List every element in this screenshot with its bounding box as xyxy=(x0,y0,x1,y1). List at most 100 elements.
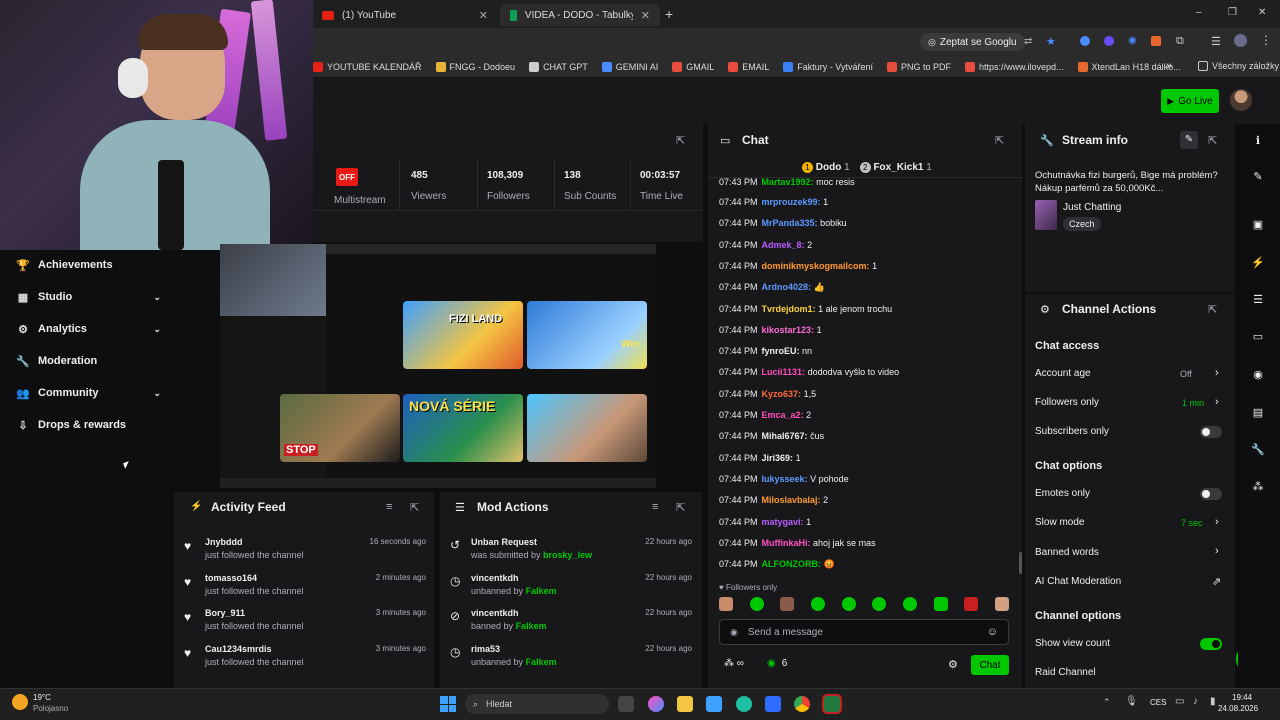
viewer-count[interactable]: ◉ 6 xyxy=(767,658,787,669)
chat-message[interactable]: 07:44 PM Miloslavbalaj: 2 xyxy=(719,495,828,505)
bookmark-item[interactable]: YOUTUBE KALENDÁŘ xyxy=(313,61,422,72)
chat-username[interactable]: Ardno4028: xyxy=(762,282,812,292)
emoji-icon[interactable]: ☺ xyxy=(987,626,998,638)
channel-actions-icon[interactable]: ▤ xyxy=(1250,406,1266,422)
chat-username[interactable]: Jiri369: xyxy=(762,453,794,463)
chevron-right-icon[interactable]: › xyxy=(1215,545,1219,557)
store-icon[interactable] xyxy=(765,696,781,712)
sidebar-item-moderation[interactable]: 🔧 Moderation xyxy=(16,351,161,371)
chat-message[interactable]: 07:44 PM MuffinkaHi: ahoj jak se mas xyxy=(719,538,876,548)
chat-username[interactable]: dominikmyskogmailcom: xyxy=(762,261,870,271)
emote-icon[interactable] xyxy=(902,597,917,611)
video-thumbnail[interactable] xyxy=(527,394,647,462)
chat-message[interactable]: 07:44 PM Kyzo637: 1,5 xyxy=(719,389,816,399)
bookmark-item[interactable]: Faktury - Vytváření xyxy=(783,61,873,72)
extension-icon[interactable]: ◉ xyxy=(1128,35,1137,46)
reading-list-icon[interactable]: ☰ xyxy=(1211,35,1221,48)
excel-icon[interactable] xyxy=(822,694,842,714)
chat-message[interactable]: 07:44 PM Lucii1131: dododva vyšlo to vide… xyxy=(719,367,899,377)
external-link-icon[interactable]: ⇗ xyxy=(1212,575,1221,588)
mod-action-row[interactable]: ◷ vincentkdh unbanned by Falkem 22 hours ag… xyxy=(450,573,692,603)
wrench-icon[interactable]: 🔧 xyxy=(1250,443,1266,459)
list-icon[interactable]: ☰ xyxy=(1250,293,1266,309)
chat-message[interactable]: 07:44 PM matygavi: 1 xyxy=(719,517,811,527)
extension-icon[interactable] xyxy=(1080,36,1090,46)
bookmark-item[interactable]: PNG to PDF xyxy=(886,61,951,72)
feed-username[interactable]: Cau1234smrdis xyxy=(205,644,304,654)
chrome-icon[interactable] xyxy=(794,696,810,712)
raid-channel-label[interactable]: Raid Channel xyxy=(1035,667,1096,678)
video-thumbnail[interactable]: NOVÁ SÉRIE xyxy=(403,394,523,462)
sidebar-item-achievements[interactable]: 🏆 Achievements xyxy=(16,255,161,275)
sidebar-item-drops-rewards[interactable]: ⇩ Drops & rewards xyxy=(16,415,161,435)
chat-username[interactable]: Miloslavbalaj: xyxy=(762,495,821,505)
bookmark-item[interactable]: CHAT GPT xyxy=(529,61,588,72)
chat-username[interactable]: Emca_a2: xyxy=(762,410,804,420)
mod-action-target[interactable]: rima53 xyxy=(471,644,557,654)
edit-icon[interactable]: ✎ xyxy=(1250,170,1266,186)
settings-gear-icon[interactable]: ⚙ xyxy=(948,658,958,671)
microphone-icon[interactable]: 🎙 xyxy=(1125,696,1138,707)
user-avatar[interactable] xyxy=(1230,89,1252,111)
chat-send-button[interactable]: Chat xyxy=(971,655,1009,675)
profile-avatar[interactable] xyxy=(1234,34,1247,47)
ai-moderation-label[interactable]: AI Chat Moderation xyxy=(1035,576,1121,587)
edge-icon[interactable] xyxy=(736,696,752,712)
bookmarks-overflow-icon[interactable]: » xyxy=(1166,60,1172,72)
account-age-label[interactable]: Account age xyxy=(1035,368,1091,379)
emotes-only-label[interactable]: Emotes only xyxy=(1035,488,1090,499)
emotes-only-toggle[interactable] xyxy=(1200,488,1222,500)
chat-message[interactable]: 07:44 PM MrPanda335: bobiku xyxy=(719,218,847,228)
clock-time[interactable]: 19:44 xyxy=(1232,693,1252,702)
emote-icon[interactable] xyxy=(719,597,733,611)
category-box-art[interactable] xyxy=(1035,200,1057,230)
close-tab-icon[interactable]: ✕ xyxy=(479,9,488,22)
emote-icon[interactable] xyxy=(749,597,764,611)
category-name[interactable]: Just Chatting xyxy=(1063,202,1121,213)
moderator-name[interactable]: brosky_lew xyxy=(543,550,592,560)
bookmark-item[interactable]: FNGG - Dodoeu xyxy=(435,61,515,72)
mod-action-target[interactable]: vincentkdh xyxy=(471,573,557,583)
popout-icon[interactable]: ⇱ xyxy=(995,134,1004,147)
chevron-down-icon[interactable]: ⌄ xyxy=(153,292,161,303)
lightning-icon[interactable]: ⚡ xyxy=(1250,256,1266,272)
video-thumbnail[interactable]: STOP xyxy=(280,394,400,462)
chevron-right-icon[interactable]: › xyxy=(1215,367,1219,379)
weather-temp[interactable]: 19°C xyxy=(33,693,51,702)
windows-start-icon[interactable] xyxy=(440,696,456,712)
activity-feed-row[interactable]: ♥ tomasso164 just followed the channel 2 mi… xyxy=(184,573,426,603)
activity-feed-row[interactable]: ♥ Cau1234smrdis just followed the channel 3… xyxy=(184,644,426,674)
chat-message[interactable]: 07:44 PM fynroEU: nn xyxy=(719,346,812,356)
chat-badge-icon[interactable]: ◉ xyxy=(730,627,738,638)
extensions-puzzle-icon[interactable]: ⧉ xyxy=(1176,35,1184,48)
mod-action-target[interactable]: vincentkdh xyxy=(471,608,547,618)
volume-icon[interactable]: ♪ xyxy=(1193,696,1198,707)
chat-username[interactable]: ALFONZORB: xyxy=(762,559,822,569)
mod-action-target[interactable]: Unban Request xyxy=(471,537,592,547)
chat-message[interactable]: 07:44 PM Emca_a2: 2 xyxy=(719,410,811,420)
chat-message[interactable]: 07:44 PM Admek_8: 2 xyxy=(719,240,812,250)
extension-icon[interactable] xyxy=(1104,36,1114,46)
show-view-count-label[interactable]: Show view count xyxy=(1035,638,1110,649)
feed-username[interactable]: Bory_911 xyxy=(205,608,304,618)
chevron-right-icon[interactable]: › xyxy=(1215,396,1219,408)
chevron-down-icon[interactable]: ⌄ xyxy=(153,324,161,335)
chat-message[interactable]: 07:44 PM lukysseek: V pohode xyxy=(719,474,849,484)
close-tab-icon[interactable]: ✕ xyxy=(641,9,650,22)
subscribers-only-toggle[interactable] xyxy=(1200,426,1222,438)
bookmark-item[interactable]: EMAIL xyxy=(728,61,769,72)
top-chatter[interactable]: 2 Fox_Kick1 1 xyxy=(859,162,932,173)
chat-message[interactable]: 07:44 PM dominikmyskogmailcom: 1 xyxy=(719,261,877,271)
emote-icon[interactable] xyxy=(964,597,979,611)
multistream-label[interactable]: Multistream xyxy=(334,195,386,206)
chat-message[interactable]: 07:43 PM Martav1992: moc resis xyxy=(719,177,855,187)
ask-google-button[interactable]: ◎ Zeptat se Googlu xyxy=(920,33,1025,51)
feed-username[interactable]: tomasso164 xyxy=(205,573,304,583)
taskbar-search[interactable]: ⌕ Hledat xyxy=(465,694,609,714)
bookmark-item[interactable]: https://www.ilovepd... xyxy=(964,61,1064,72)
bookmark-star-icon[interactable]: ★ xyxy=(1046,35,1056,48)
bookmark-item[interactable]: GMAIL xyxy=(672,61,714,72)
points-icon[interactable]: ⁂ ∞ xyxy=(724,658,744,669)
sidebar-item-community[interactable]: 👥 Community ⌄ xyxy=(16,383,161,403)
chat-username[interactable]: MuffinkaHi: xyxy=(762,538,811,548)
